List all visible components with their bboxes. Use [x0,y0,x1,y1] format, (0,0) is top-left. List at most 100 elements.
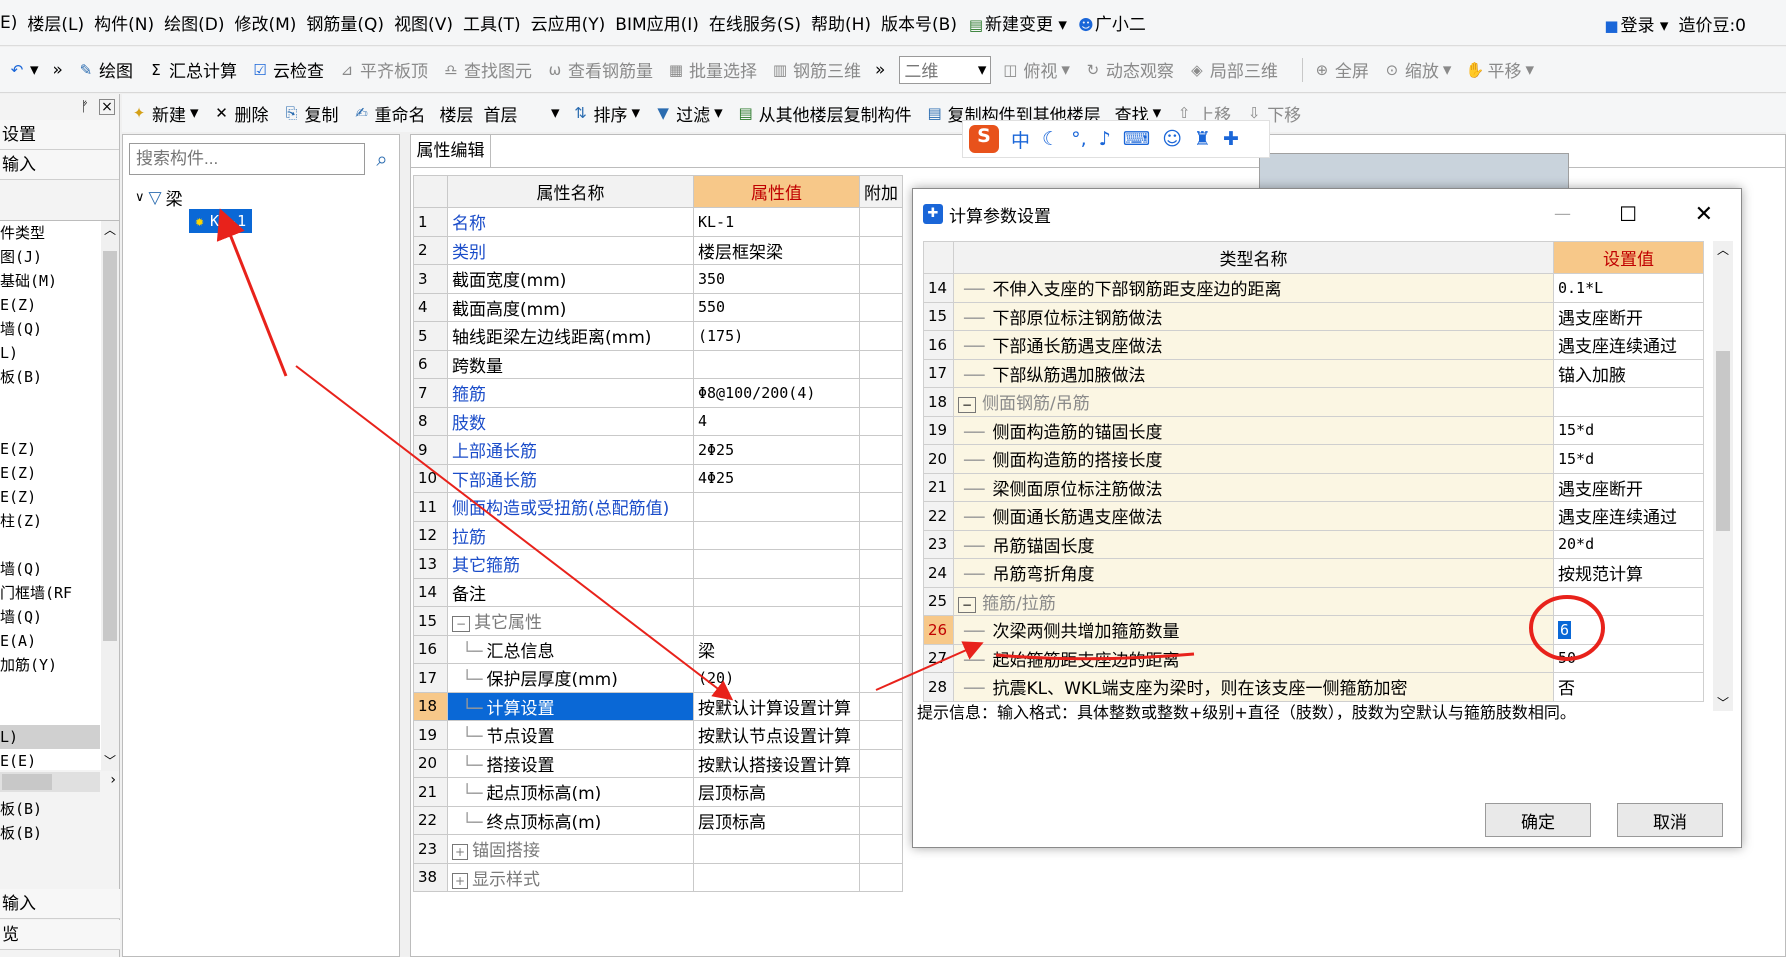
property-extra[interactable] [859,520,903,550]
component-type-item[interactable]: E(Z) [0,293,100,317]
component-type-item[interactable]: E(Z) [0,485,100,509]
property-extra[interactable] [859,492,903,522]
scroll-thumb[interactable] [103,251,117,641]
setting-value[interactable]: 0.1*L [1553,273,1704,303]
setting-value-selected[interactable]: 6 [1558,620,1572,639]
property-row[interactable]: 38 + 显示样式 [413,862,903,892]
dynamic-view-button[interactable]: ↻ 动态观察 [1084,57,1174,83]
property-value[interactable] [693,862,860,892]
property-value[interactable]: 550 [693,292,860,322]
login-button[interactable]: ■ 登录 ▾ [1603,11,1668,36]
settings-row[interactable]: 24 ── 吊筋弯折角度 按规范计算 [923,558,1704,588]
property-row[interactable]: 8 肢数 4 [413,406,903,436]
property-value[interactable] [693,349,860,379]
view-rebar-button[interactable]: ω 查看钢筋量 [546,57,653,83]
property-row[interactable]: 23 + 锚固搭接 [413,834,903,864]
setting-name[interactable]: ── 吊筋锚固长度 [953,529,1554,559]
menu-item-view[interactable]: 视图(V) [394,10,463,35]
bottom-input-section[interactable]: 输入 [0,889,120,919]
property-value[interactable] [693,834,860,864]
property-name[interactable]: └─ 搭接设置 [447,748,694,778]
left-scrollbar[interactable]: ︿ ﹀ [101,221,119,771]
setting-name[interactable]: ── 梁侧面原位标注筋做法 [953,472,1554,502]
property-extra[interactable] [859,406,903,436]
scroll-up-icon[interactable]: ︿ [1713,241,1733,258]
property-row[interactable]: 12 拉筋 [413,520,903,550]
h-scrollbar[interactable]: › [0,772,116,792]
minimize-icon[interactable]: — [1554,204,1571,224]
setting-value[interactable]: 遇支座断开 [1553,301,1704,331]
property-extra[interactable] [859,577,903,607]
menu-item-component[interactable]: 构件(N) [94,10,164,35]
menu-item-version[interactable]: 版本号(B) [881,10,967,35]
menu-item-online[interactable]: 在线服务(S) [709,10,811,35]
settings-row[interactable]: 18− 侧面钢筋/吊筋 [923,387,1704,417]
property-name[interactable]: 轴线距梁左边线距离(mm) [447,321,694,351]
rename-button[interactable]: ✍ 重命名 [353,101,425,126]
property-extra[interactable] [859,777,903,807]
copy-button[interactable]: ⎘ 复制 [283,101,339,126]
setting-name[interactable]: ── 下部原位标注钢筋做法 [953,301,1554,331]
settings-row[interactable]: 22 ── 侧面通长筋遇支座做法 遇支座连续通过 [923,501,1704,531]
component-search-input[interactable] [129,143,365,175]
property-extra[interactable] [859,748,903,778]
menu-item-help[interactable]: 帮助(H) [811,10,881,35]
setting-value[interactable]: 遇支座连续通过 [1553,501,1704,531]
property-value[interactable]: 层顶标高 [693,777,860,807]
settings-row[interactable]: 20 ── 侧面构造筋的搭接长度 15*d [923,444,1704,474]
property-name[interactable]: + 显示样式 [447,862,694,892]
property-name[interactable]: └─ 终点顶标高(m) [447,805,694,835]
property-extra[interactable] [859,634,903,664]
settings-section[interactable]: 设置 [0,120,119,150]
setting-value[interactable]: 15*d [1553,444,1704,474]
component-type-item[interactable] [0,701,100,725]
property-row[interactable]: 13 其它箍筋 [413,549,903,579]
settings-scrollbar[interactable]: ︿ ﹀ [1713,241,1733,711]
property-value[interactable]: (175) [693,321,860,351]
property-name[interactable]: 拉筋 [447,520,694,550]
setting-value[interactable] [1553,586,1704,616]
property-row[interactable]: 7 箍筋 Φ8@100/200(4) [413,378,903,408]
property-value[interactable]: Φ8@100/200(4) [693,378,860,408]
view-mode-select[interactable]: 二维 ▾ [899,55,992,84]
rebar-3d-button[interactable]: ▥ 钢筋三维 [771,57,861,83]
component-type-item[interactable]: 门框墙(RF [0,581,100,605]
property-name[interactable]: 侧面构造或受扭筋(总配筋值) [447,492,694,522]
pin-icon[interactable]: ᚠ [81,99,89,115]
property-name[interactable]: └─ 起点顶标高(m) [447,777,694,807]
component-type-item[interactable] [0,413,100,437]
property-value[interactable]: 4Φ25 [693,463,860,493]
property-value[interactable]: KL-1 [693,207,860,237]
assistant-button[interactable]: ☻广小二 [1077,10,1156,35]
draw-button[interactable]: ✎ 绘图 [77,57,133,83]
component-type-item[interactable]: E(A) [0,629,100,653]
setting-value-input[interactable]: 6 [1553,615,1704,645]
property-name[interactable]: └─ 汇总信息 [447,634,694,664]
scroll-up-icon[interactable]: ︿ [101,221,119,238]
property-row[interactable]: 6 跨数量 [413,349,903,379]
close-icon[interactable]: ✕ [1695,202,1713,227]
property-value[interactable]: 梁 [693,634,860,664]
sort-button[interactable]: ⇅ 排序 ▾ [572,101,640,126]
setting-name[interactable]: ── 侧面构造筋的搭接长度 [953,444,1554,474]
component-type-item[interactable]: 墙(Q) [0,605,100,629]
setting-value[interactable]: 否 [1553,672,1704,702]
component-type-item[interactable] [0,677,100,701]
property-extra[interactable] [859,549,903,579]
property-row[interactable]: 19 └─ 节点设置 按默认节点设置计算 [413,720,903,750]
component-type-item[interactable] [0,533,100,557]
property-row[interactable]: 20 └─ 搭接设置 按默认搭接设置计算 [413,748,903,778]
property-row[interactable]: 2 类别 楼层框架梁 [413,235,903,265]
property-value[interactable]: (20) [693,663,860,693]
scroll-right-icon[interactable]: › [110,772,116,788]
property-name[interactable]: 上部通长筋 [447,435,694,465]
property-value[interactable] [693,520,860,550]
property-value[interactable]: 按默认计算设置计算 [693,691,860,721]
property-row[interactable]: 17 └─ 保护层厚度(mm) (20) [413,663,903,693]
menu-item-bim[interactable]: BIM应用(I) [615,10,709,35]
property-extra[interactable] [859,349,903,379]
setting-value[interactable]: 20*d [1553,529,1704,559]
local-3d-button[interactable]: ◈ 局部三维 [1188,57,1278,83]
component-type-item[interactable]: 基础(M) [0,269,100,293]
setting-value[interactable]: 50 [1553,643,1704,673]
